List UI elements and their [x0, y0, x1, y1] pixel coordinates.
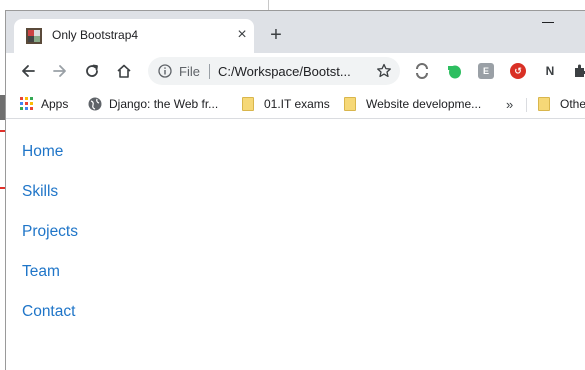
nav-link-skills[interactable]: Skills	[22, 183, 58, 201]
bookmark-apps-label: Apps	[41, 97, 69, 111]
bookmarks-separator	[526, 98, 527, 112]
nav-link-projects[interactable]: Projects	[22, 223, 78, 241]
bookmark-folder-other[interactable]: Othe	[538, 95, 585, 113]
evernote-extension-icon[interactable]	[446, 63, 462, 79]
folder-icon	[344, 97, 356, 111]
forward-icon[interactable]	[50, 61, 70, 81]
bookmarks-overflow-icon[interactable]: »	[506, 97, 513, 112]
apps-grid-icon	[20, 97, 33, 110]
url-text[interactable]: C:/Workspace/Bootst...	[218, 64, 351, 79]
bookmark-label: Django: the Web fr...	[109, 97, 219, 111]
sync-extension-icon[interactable]	[414, 63, 430, 79]
back-icon[interactable]	[18, 61, 38, 81]
nav-link-team[interactable]: Team	[22, 263, 60, 281]
nav-link-home[interactable]: Home	[22, 143, 63, 161]
bookmarks-bar: Apps Django: the Web fr... 01.IT exams W…	[6, 89, 585, 119]
address-separator	[209, 64, 210, 79]
gray-extension-icon[interactable]: E	[478, 63, 494, 79]
red-extension-icon[interactable]: ↺	[510, 63, 526, 79]
page-content: Home Skills Projects Team Contact	[6, 119, 585, 370]
n-extension-icon[interactable]: N	[542, 63, 558, 79]
browser-tab[interactable]: Only Bootstrap4 ×	[14, 19, 254, 53]
bookmark-label: 01.IT exams	[264, 97, 330, 111]
address-bar[interactable]: File C:/Workspace/Bootst...	[148, 57, 400, 85]
puzzle-extension-icon[interactable]	[572, 63, 585, 79]
home-icon[interactable]	[114, 61, 134, 81]
globe-icon	[88, 97, 102, 111]
reload-icon[interactable]	[82, 61, 102, 81]
bookmark-apps[interactable]: Apps	[20, 95, 68, 113]
bookmark-folder-website[interactable]: Website developme...	[344, 95, 481, 113]
minimize-icon[interactable]	[542, 22, 554, 23]
browser-toolbar: File C:/Workspace/Bootst... E ↺ N	[6, 53, 585, 89]
url-scheme-label: File	[179, 64, 200, 79]
bookmark-label: Website developme...	[366, 97, 482, 111]
bookmark-label: Othe	[560, 97, 585, 111]
bookmark-folder-it-exams[interactable]: 01.IT exams	[242, 95, 330, 113]
new-tab-icon[interactable]: +	[266, 24, 286, 46]
folder-icon	[242, 97, 254, 111]
bookmark-django[interactable]: Django: the Web fr...	[88, 95, 218, 113]
title-bar: Only Bootstrap4 × +	[6, 11, 585, 53]
browser-window: Only Bootstrap4 × + File C:/Workspace/Bo…	[5, 10, 585, 370]
background-divider	[268, 0, 269, 10]
info-icon[interactable]	[158, 64, 172, 78]
bookmark-star-icon[interactable]	[376, 63, 392, 79]
nav-link-contact[interactable]: Contact	[22, 303, 75, 321]
tab-title: Only Bootstrap4	[52, 28, 139, 42]
close-tab-icon[interactable]: ×	[234, 27, 250, 43]
folder-icon	[538, 97, 550, 111]
bootstrap-favicon-icon	[26, 28, 42, 44]
